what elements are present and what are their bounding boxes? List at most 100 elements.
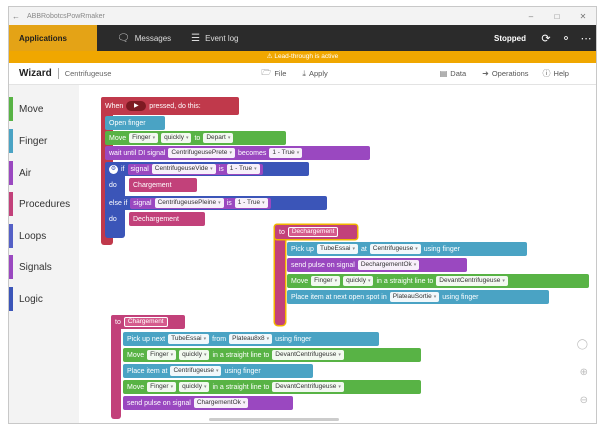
- if-block[interactable]: ⚙ if signal CentrifugeuseVide ▾ is 1 - Tr…: [105, 162, 309, 176]
- send-pulse-block[interactable]: send pulse on signal DechargementOk ▾: [287, 258, 467, 272]
- call-dechargement-block[interactable]: Dechargement: [129, 212, 205, 226]
- location-field[interactable]: Centrifugeuse ▾: [170, 366, 222, 376]
- download-icon: ⤓: [302, 68, 306, 78]
- move-depart-block[interactable]: Move Finger ▾ quickly ▾ to Depart ▾: [105, 131, 286, 145]
- wait-signal-block[interactable]: wait until DI signal CentrifugeusePrete ▾…: [105, 146, 370, 160]
- procedure-name-field[interactable]: Dechargement: [287, 227, 339, 237]
- play-button-icon: ▶: [126, 101, 147, 111]
- palette-item-logic[interactable]: Logic: [9, 285, 79, 313]
- signal-value: DechargementOk: [360, 261, 412, 268]
- signal-condition-block[interactable]: signal CentrifugeusePleine ▾ is 1 - True ▾: [130, 197, 271, 209]
- dropdown-icon: ▾: [203, 352, 207, 358]
- file-button[interactable]: 🗁 File: [261, 67, 286, 81]
- motors-icon[interactable]: ⟳: [536, 32, 556, 45]
- from-label: from: [212, 335, 227, 343]
- dechargement-procedure-header[interactable]: to Dechargement: [275, 225, 357, 239]
- move-straight-block[interactable]: Move Finger ▾ quickly ▾ in a straight line…: [123, 380, 421, 394]
- data-button[interactable]: ▤ Data: [440, 69, 466, 78]
- pick-up-block[interactable]: Pick up TubeEssai ▾ at Centrifugeuse ▾ usi…: [287, 242, 527, 256]
- palette-label: Loops: [19, 230, 47, 242]
- operations-button[interactable]: ➜ Operations: [482, 69, 528, 78]
- signal-field[interactable]: CentrifugeuseVide ▾: [151, 164, 216, 174]
- using-finger-label: using finger: [224, 367, 261, 375]
- finger-field[interactable]: Finger ▾: [147, 382, 177, 392]
- place-item-at-label: Place item at: [127, 367, 168, 375]
- finger-field[interactable]: Finger ▾: [147, 350, 177, 360]
- value-field[interactable]: 1 - True ▾: [234, 198, 268, 208]
- minimize-icon[interactable]: –: [518, 12, 544, 21]
- palette-item-finger[interactable]: Finger: [9, 127, 79, 155]
- messages-button[interactable]: 🗨 Messages: [117, 33, 171, 44]
- item-field[interactable]: TubeEssai ▾: [168, 334, 210, 344]
- palette-item-procedures[interactable]: Procedures: [9, 190, 79, 218]
- zoom-out-icon[interactable]: ⊖: [580, 395, 588, 406]
- help-button[interactable]: ⓘ Help: [543, 68, 569, 79]
- di-signal-field[interactable]: CentrifugeusePrete ▾: [168, 148, 235, 158]
- category-color-bar: [9, 129, 13, 153]
- palette-label: Signals: [19, 261, 52, 273]
- place-item-block[interactable]: Place item at next open spot in PlateauS…: [287, 290, 549, 304]
- apply-button[interactable]: ⤓ Apply: [302, 69, 327, 79]
- event-log-button[interactable]: ☰ Event log: [191, 33, 238, 44]
- palette-item-move[interactable]: Move: [9, 95, 79, 123]
- signal-field[interactable]: DechargementOk ▾: [357, 260, 420, 270]
- pallet-field[interactable]: PlateauSortie ▾: [389, 292, 440, 302]
- dropdown-icon: ▾: [338, 352, 341, 358]
- item-field[interactable]: TubeEssai ▾: [316, 244, 358, 254]
- close-icon[interactable]: ✕: [570, 12, 596, 21]
- zoom-in-icon[interactable]: ⊕: [580, 367, 588, 378]
- open-finger-block[interactable]: Open finger: [105, 116, 165, 130]
- signal-label: signal: [133, 199, 152, 207]
- target-field[interactable]: DevantCentrifugeuse ▾: [272, 350, 344, 360]
- speed-field[interactable]: quickly ▾: [161, 133, 192, 143]
- palette-item-loops[interactable]: Loops: [9, 222, 79, 250]
- signal-condition-block[interactable]: signal CentrifugeuseVide ▾ is 1 - True ▾: [127, 163, 263, 175]
- dropdown-icon: ▾: [170, 384, 174, 390]
- signal-field[interactable]: ChargementOk ▾: [193, 398, 249, 408]
- do-label-block: do: [105, 212, 125, 226]
- back-icon[interactable]: ←: [9, 12, 23, 21]
- pressed-label: pressed, do this:: [149, 102, 201, 110]
- else-if-block[interactable]: else if signal CentrifugeusePleine ▾ is 1…: [105, 196, 327, 210]
- procedure-name-field[interactable]: Chargement: [123, 317, 168, 327]
- target-value: DevantCentrifugeuse: [439, 277, 501, 284]
- send-pulse-label: send pulse on signal: [291, 261, 355, 269]
- list-icon: ☰: [191, 32, 201, 44]
- straight-label: in a straight line to: [212, 351, 270, 359]
- target-value: DevantCentrifugeuse: [275, 351, 337, 358]
- horizontal-scrollbar[interactable]: [209, 418, 339, 421]
- chargement-procedure-header[interactable]: to Chargement: [111, 315, 185, 329]
- target-field[interactable]: DevantCentrifugeuse ▾: [272, 382, 344, 392]
- gear-icon[interactable]: ⚙: [109, 164, 118, 174]
- send-pulse-block[interactable]: send pulse on signal ChargementOk ▾: [123, 396, 293, 410]
- call-chargement-block[interactable]: Chargement: [129, 178, 197, 192]
- procedure-name-value: Chargement: [127, 318, 164, 325]
- signal-field[interactable]: CentrifugeusePleine ▾: [154, 198, 224, 208]
- applications-button[interactable]: Applications: [9, 25, 97, 51]
- value-field[interactable]: 1 - True ▾: [226, 164, 260, 174]
- place-item-at-block[interactable]: Place item at Centrifugeuse ▾ using finge…: [123, 364, 313, 378]
- palette-item-air[interactable]: Air: [9, 159, 79, 187]
- when-pressed-block[interactable]: When ▶ pressed, do this:: [101, 97, 239, 115]
- value-field[interactable]: 1 - True ▾: [269, 148, 303, 158]
- palette-item-signals[interactable]: Signals: [9, 253, 79, 281]
- move-straight-block[interactable]: Move Finger ▾ quickly ▾ in a straight line…: [123, 348, 421, 362]
- speed-icon[interactable]: ⚬: [556, 32, 576, 45]
- blocks-workspace[interactable]: When ▶ pressed, do this: Open finger Mov…: [79, 85, 596, 423]
- speed-field[interactable]: quickly ▾: [343, 276, 374, 286]
- target-field[interactable]: Depart ▾: [203, 133, 234, 143]
- speed-field[interactable]: quickly ▾: [179, 350, 210, 360]
- finger-field[interactable]: Finger ▾: [311, 276, 341, 286]
- speed-field[interactable]: quickly ▾: [179, 382, 210, 392]
- finger-field[interactable]: Finger ▾: [129, 133, 159, 143]
- location-field[interactable]: Centrifugeuse ▾: [369, 244, 421, 254]
- open-finger-label: Open finger: [109, 119, 146, 127]
- more-icon[interactable]: ⋯: [576, 32, 596, 45]
- using-finger-label: using finger: [442, 293, 479, 301]
- pick-up-next-block[interactable]: Pick up next TubeEssai ▾ from Plateau8x8 ▾…: [123, 332, 379, 346]
- pallet-field[interactable]: Plateau8x8 ▾: [229, 334, 273, 344]
- recenter-icon[interactable]: ◯: [577, 339, 588, 350]
- move-straight-block[interactable]: Move Finger ▾ quickly ▾ in a straight line…: [287, 274, 589, 288]
- target-field[interactable]: DevantCentrifugeuse ▾: [436, 276, 508, 286]
- maximize-icon[interactable]: □: [544, 12, 570, 21]
